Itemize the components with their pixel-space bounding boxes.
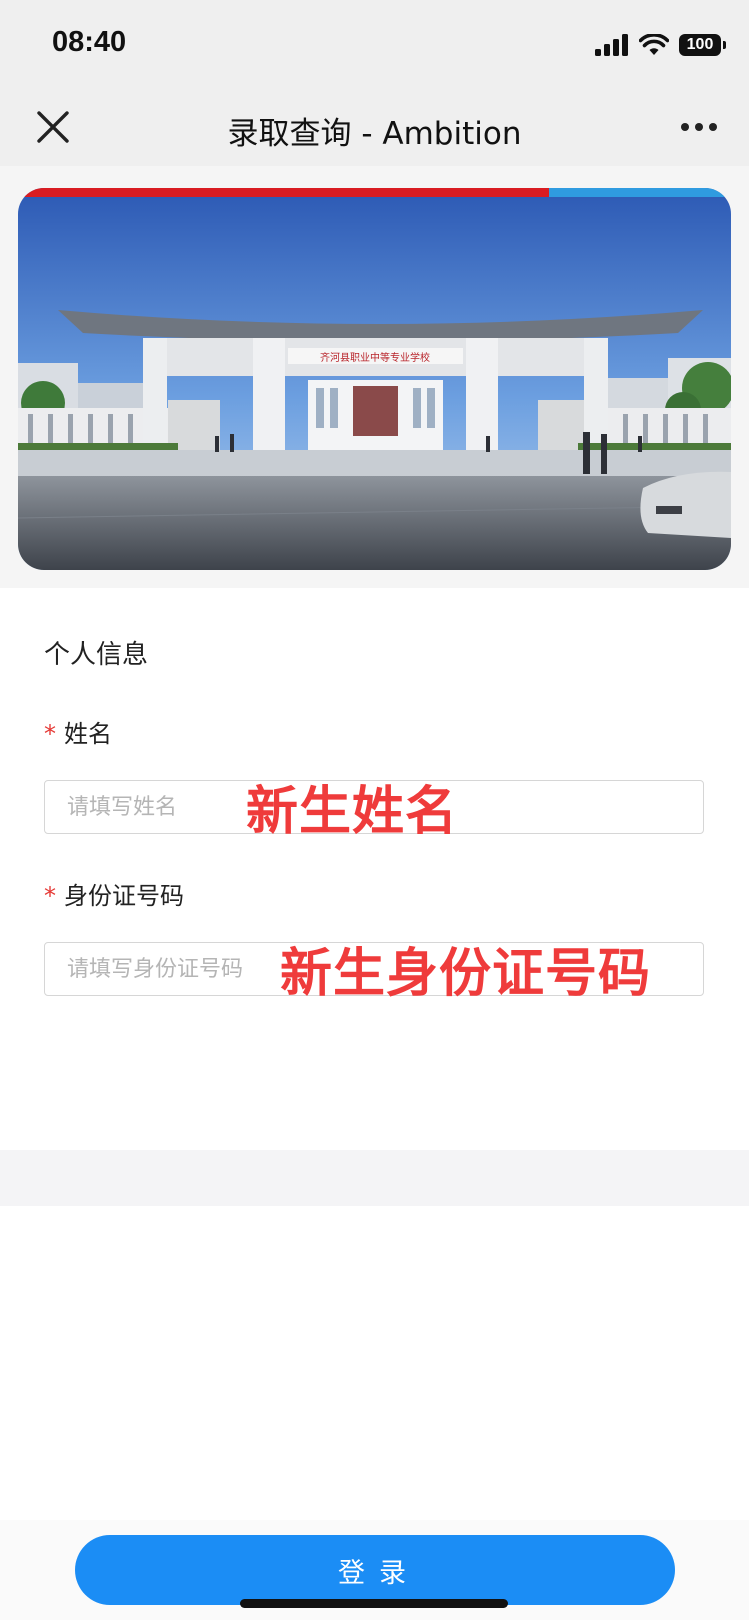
required-mark: * xyxy=(44,720,56,748)
gate-sign-text: 齐河县职业中等专业学校 xyxy=(320,351,430,364)
section-title: 个人信息 xyxy=(44,640,149,670)
login-button[interactable]: 登录 xyxy=(75,1535,675,1605)
personal-info-form: 个人信息 *姓名 新生姓名 *身份证号码 新生身份证号码 xyxy=(0,588,749,1150)
battery-icon: 100 xyxy=(679,34,726,56)
id-number-label-text: 身份证号码 xyxy=(64,882,184,910)
school-gate-banner: 齐河县职业中等专业学校 xyxy=(18,188,731,570)
home-indicator xyxy=(240,1599,508,1608)
divider-strip xyxy=(0,1150,749,1206)
status-bar: 08:40 100 xyxy=(0,0,749,90)
school-gate-illustration: 齐河县职业中等专业学校 xyxy=(18,188,731,570)
name-label: * 姓名 xyxy=(44,714,112,749)
signal-icon xyxy=(595,34,628,56)
id-number-label: * 身份证号码 xyxy=(44,876,184,911)
nav-bar: 录取查询 - Ambition xyxy=(0,90,749,166)
id-number-input[interactable] xyxy=(44,942,704,996)
more-options-icon[interactable] xyxy=(677,112,721,142)
name-label-text: 姓名 xyxy=(64,720,112,748)
status-time: 08:40 xyxy=(52,26,127,58)
required-mark: * xyxy=(44,882,56,910)
wifi-icon xyxy=(639,34,669,55)
status-icons: 100 xyxy=(595,31,726,59)
banner-area: 齐河县职业中等专业学校 xyxy=(0,166,749,588)
battery-level: 100 xyxy=(686,36,714,53)
name-input[interactable] xyxy=(44,780,704,834)
page-title: 录取查询 - Ambition xyxy=(227,116,522,152)
